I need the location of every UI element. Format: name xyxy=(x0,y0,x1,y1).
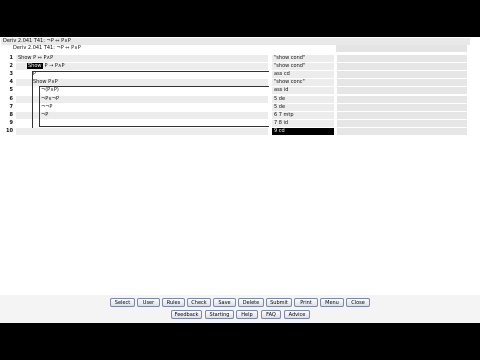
derivation-heading: Deriv 2.041 T41: ¬P ⇔ P∧P xyxy=(13,45,81,51)
subproof-box-inner xyxy=(39,86,269,127)
help-button[interactable]: Help xyxy=(236,310,258,319)
line-background xyxy=(16,127,268,135)
submit-button[interactable]: Submit xyxy=(266,298,292,307)
feedback-button[interactable]: Feedback xyxy=(171,310,202,319)
line-formula[interactable]: Show P ⇔ P∧P xyxy=(18,55,53,62)
select-button[interactable]: Select xyxy=(110,298,135,307)
line-justification[interactable]: "show cond" xyxy=(272,63,334,71)
line-justification[interactable]: "show conc" xyxy=(272,79,334,87)
advice-button[interactable]: Advice xyxy=(284,310,310,319)
line-number: 1 xyxy=(9,55,13,61)
line-justification[interactable]: ass cd xyxy=(272,71,334,79)
line-comment-area xyxy=(337,127,467,135)
proof-line[interactable]: 10 9 cd xyxy=(0,127,480,135)
line-formula[interactable]: Show P → P∧P xyxy=(27,63,65,70)
menu-button[interactable]: Menu xyxy=(320,298,344,307)
line-comment-area xyxy=(337,87,467,95)
line-justification[interactable]: ass id xyxy=(272,87,334,95)
line-justification[interactable]: 7 8 id xyxy=(272,119,334,127)
line-number: 2 xyxy=(9,63,13,70)
line-justification[interactable]: 5 de xyxy=(272,95,334,103)
line-number: 10 xyxy=(6,127,13,134)
line-comment-area xyxy=(337,111,467,119)
user-button[interactable]: User xyxy=(137,298,160,307)
line-number: 9 xyxy=(9,119,13,126)
header-band xyxy=(336,45,467,52)
proof-line[interactable]: 1 Show P ⇔ P∧P "show cond" xyxy=(0,55,480,62)
line-number: 7 xyxy=(9,103,13,110)
line-number: 4 xyxy=(9,79,13,86)
line-number: 3 xyxy=(9,71,13,78)
window-title: Deriv 2.041 T41: ¬P ⇔ P∧P xyxy=(1,38,470,45)
line-comment-area xyxy=(337,103,467,111)
close-button[interactable]: Close xyxy=(346,298,370,307)
line-justification[interactable]: 9 cd xyxy=(272,127,334,135)
deriv-window: Deriv 2.041 T41: ¬P ⇔ P∧P Deriv 2.041 T4… xyxy=(0,37,480,323)
line-justification[interactable]: 5 de xyxy=(272,103,334,111)
line-background xyxy=(16,55,268,62)
line-number: 8 xyxy=(9,111,13,118)
proof-line[interactable]: 2 Show P → P∧P "show cond" xyxy=(0,63,480,71)
line-comment-area xyxy=(337,79,467,87)
line-comment-area xyxy=(337,71,467,79)
rules-button[interactable]: Rules xyxy=(162,298,185,307)
line-comment-area xyxy=(337,63,467,71)
line-justification[interactable]: "show cond" xyxy=(272,55,334,62)
save-button[interactable]: Save xyxy=(213,298,236,307)
faq-button[interactable]: FAQ xyxy=(261,310,281,319)
formula-text: P → P∧P xyxy=(44,63,65,70)
print-button[interactable]: Print xyxy=(294,298,318,307)
starting-button[interactable]: Starting xyxy=(205,310,234,319)
line-comment-area xyxy=(337,55,467,62)
check-button[interactable]: Check xyxy=(187,298,211,307)
show-keyword-highlight: Show xyxy=(27,63,43,70)
line-justification[interactable]: 6 7 mtp xyxy=(272,111,334,119)
delete-button[interactable]: Delete xyxy=(238,298,264,307)
line-number: 6 xyxy=(9,95,13,102)
line-comment-area xyxy=(337,95,467,103)
line-comment-area xyxy=(337,119,467,127)
line-number: 5 xyxy=(9,87,13,94)
